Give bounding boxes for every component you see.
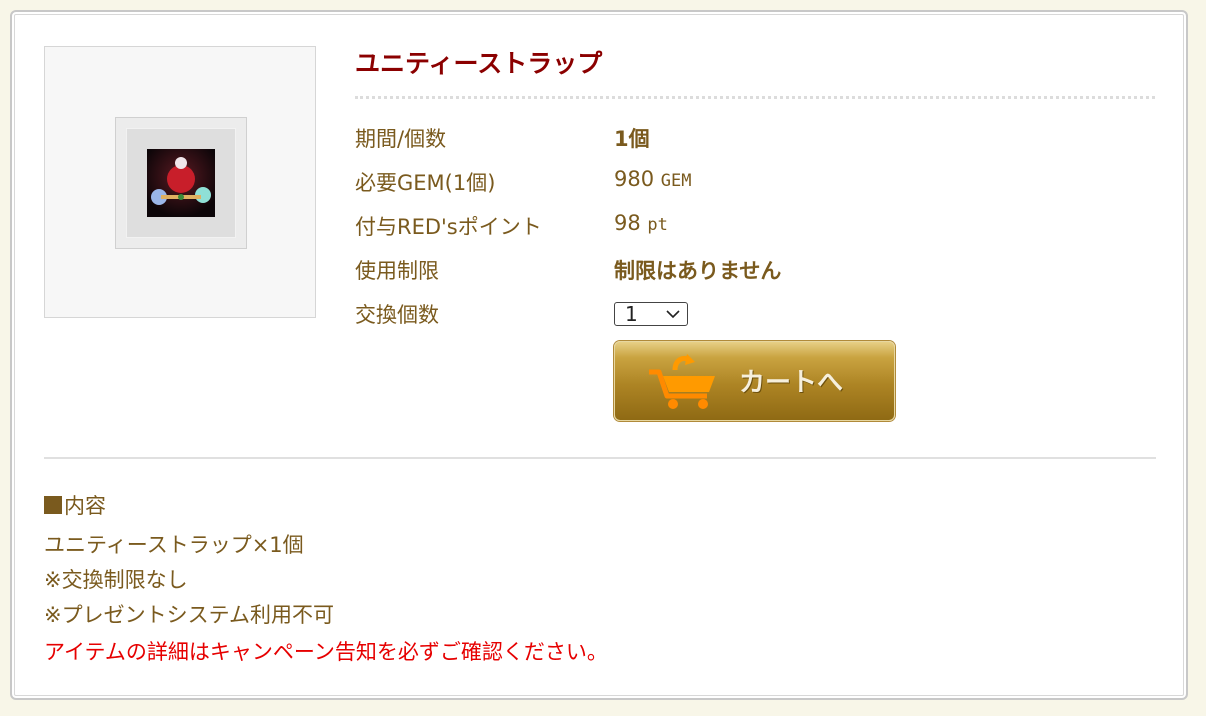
square-bullet-icon: [44, 496, 62, 514]
add-to-cart-button[interactable]: カートへ: [614, 341, 895, 421]
description-heading-text: 内容: [64, 494, 106, 518]
gem-label: 必要GEM(1個): [355, 171, 496, 195]
product-image-frame: [44, 46, 316, 318]
shopping-cart-icon: [649, 354, 715, 409]
limit-label: 使用制限: [355, 259, 439, 283]
quantity-selected-value: 1: [625, 302, 638, 326]
gem-unit: GEM: [660, 171, 692, 191]
product-image-mat: [126, 128, 236, 238]
points-unit: pt: [647, 215, 668, 235]
notice-text: アイテムの詳細はキャンペーン告知を必ずご確認ください。: [44, 640, 608, 664]
product-image-inner-frame: [115, 117, 247, 249]
add-to-cart-label: カートへ: [739, 368, 844, 398]
quantity-select[interactable]: 1: [614, 302, 688, 326]
period-value: 1個: [614, 127, 650, 151]
product-title: ユニティーストラップ: [355, 49, 603, 78]
points-value: 98: [614, 211, 641, 235]
description-line-2: ※交換制限なし: [44, 568, 188, 592]
description-line-3: ※プレゼントシステム利用不可: [44, 603, 334, 627]
points-label: 付与RED'sポイント: [355, 215, 542, 239]
title-divider: [355, 96, 1155, 99]
limit-value: 制限はありません: [614, 259, 782, 283]
points: 98 pt: [614, 211, 668, 235]
unity-strap-item-icon: [147, 149, 215, 217]
description-line-1: ユニティーストラップ×1個: [44, 533, 304, 557]
chevron-down-icon: [666, 310, 680, 319]
quantity-label: 交換個数: [355, 303, 439, 327]
gem-value: 980: [614, 167, 655, 191]
gem-price: 980 GEM: [614, 167, 692, 191]
section-divider: [44, 457, 1156, 459]
description-heading: 内容: [44, 490, 106, 520]
period-label: 期間/個数: [355, 127, 447, 151]
